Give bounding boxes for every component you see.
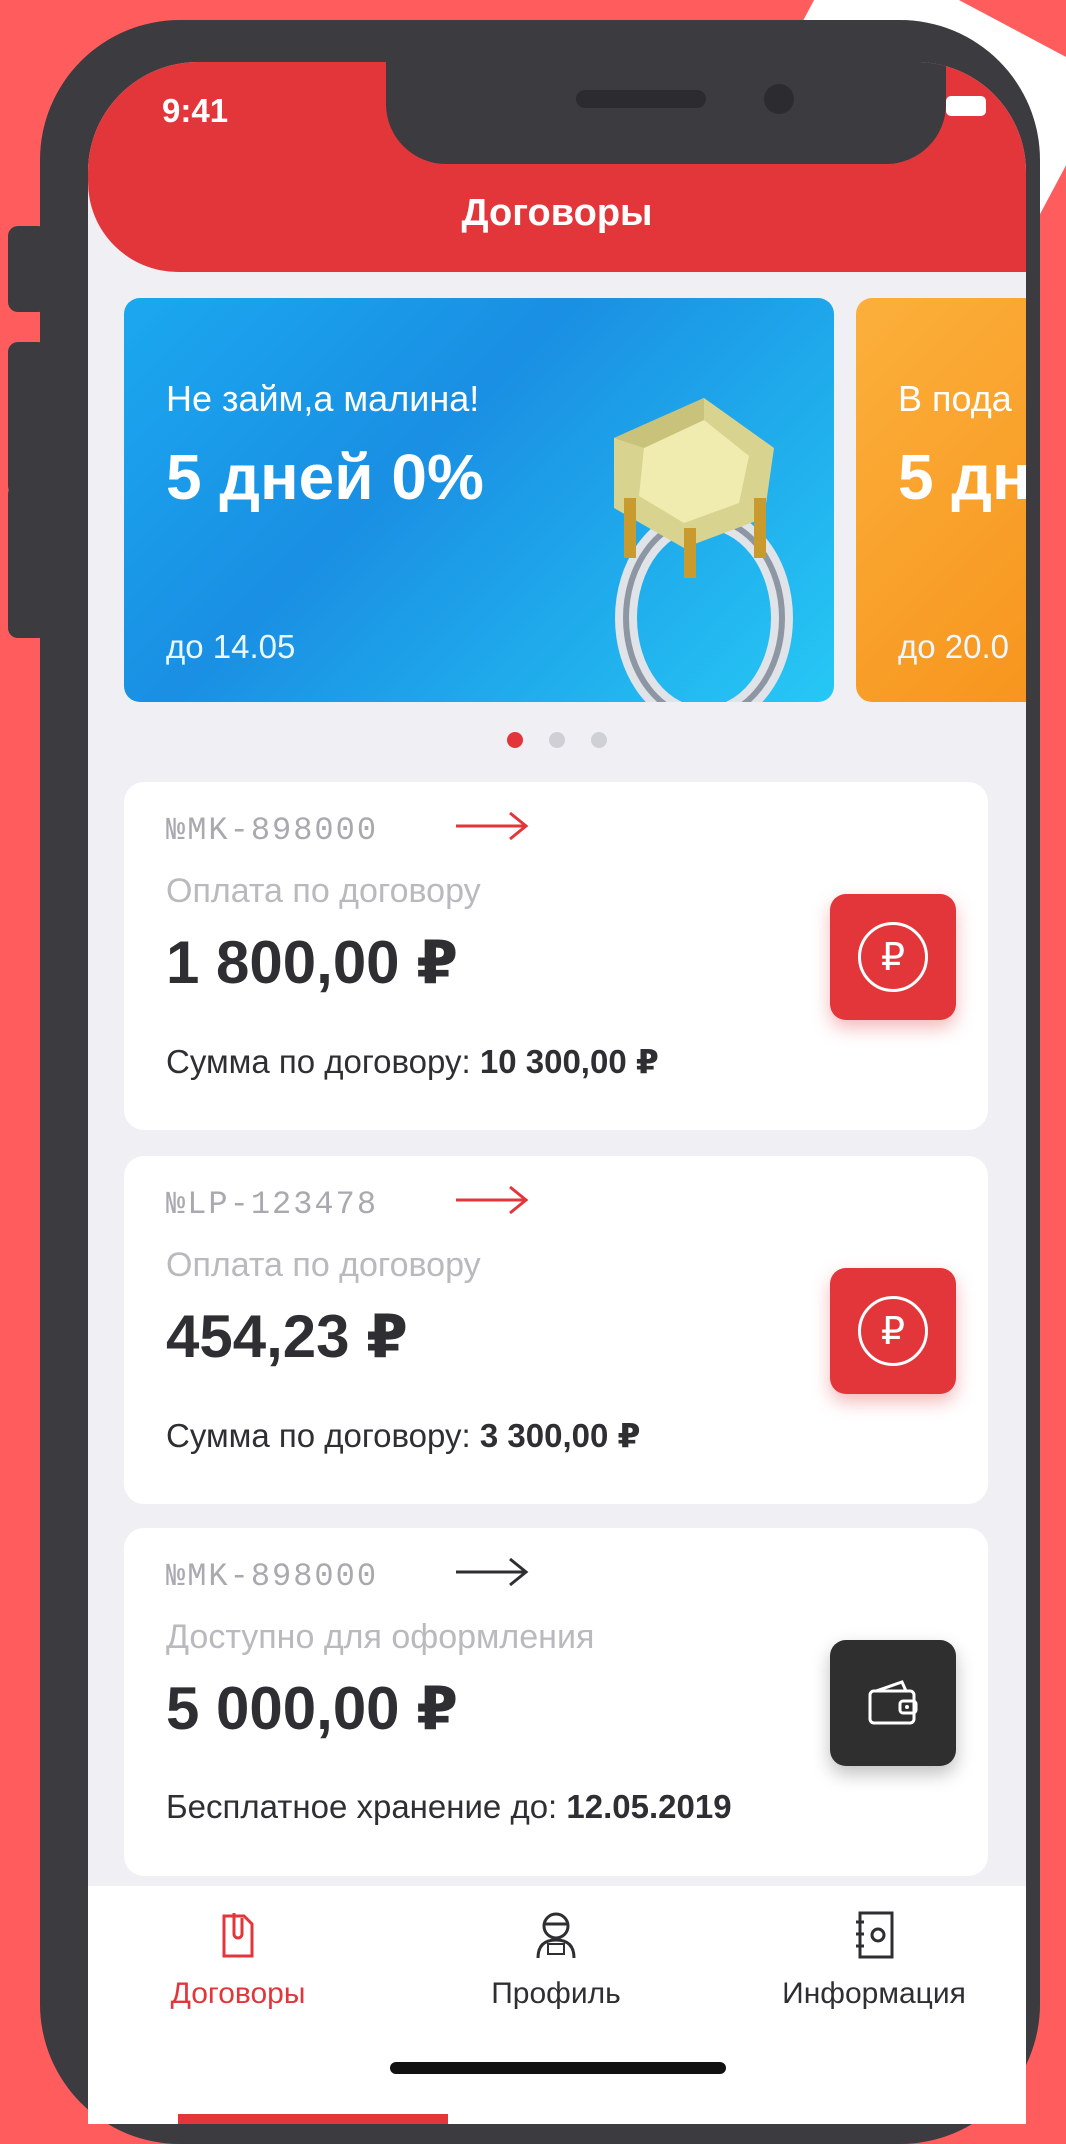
contract-card[interactable]: №MK-898000 Доступно для оформления 5 000…: [124, 1528, 988, 1876]
footer-value: 12.05.2019: [566, 1788, 732, 1825]
arrow-right-icon[interactable]: [454, 1554, 530, 1590]
tab-information[interactable]: Информация: [724, 1910, 1024, 2011]
contract-amount: 454,23 ₽: [166, 1303, 408, 1370]
footer-label: Бесплатное хранение до:: [166, 1788, 558, 1825]
document-icon: [222, 1913, 254, 1958]
tab-label: Профиль: [491, 1977, 621, 2010]
contract-label: Доступно для оформления: [166, 1618, 595, 1656]
speaker: [576, 90, 706, 108]
status-time: 9:41: [162, 92, 229, 129]
pay-button[interactable]: ₽: [830, 1268, 956, 1394]
banner-subtitle: В пода: [898, 378, 1012, 419]
contract-footer: Сумма по договору: 3 300,00 ₽: [166, 1416, 640, 1455]
promo-banner[interactable]: В пода 5 дн до 20.0: [856, 298, 1026, 702]
contract-card[interactable]: №MK-898000 Оплата по договору 1 800,00 ₽…: [124, 782, 988, 1130]
promo-banner[interactable]: Не займ,а малина! 5 дней 0% до 14.05: [124, 298, 834, 702]
arrow-right-icon[interactable]: [454, 1182, 530, 1218]
profile-icon: [536, 1912, 576, 1959]
contract-label: Оплата по договору: [166, 872, 481, 910]
contract-number: №LP-123478: [166, 1186, 379, 1223]
page-title: Договоры: [461, 192, 653, 234]
wallet-button[interactable]: [830, 1640, 956, 1766]
phone-side-button: [8, 484, 48, 638]
wallet-icon: [868, 1680, 918, 1725]
banner-headline: 5 дней 0%: [166, 441, 484, 513]
banner-pager: [88, 732, 1026, 748]
phone-notch: [386, 62, 946, 164]
home-accent: [178, 2114, 448, 2124]
home-indicator[interactable]: [390, 2062, 726, 2074]
tab-label: Договоры: [170, 1977, 306, 2010]
contract-footer: Сумма по договору: 10 300,00 ₽: [166, 1042, 659, 1081]
banner-date: до 14.05: [166, 628, 296, 665]
contacts-book-icon: [856, 1911, 894, 1959]
arrow-right-icon[interactable]: [454, 808, 530, 844]
footer-value: 3 300,00 ₽: [479, 1417, 641, 1454]
phone-side-button: [8, 226, 48, 312]
battery-icon: [946, 96, 986, 116]
ruble-icon: ₽: [858, 922, 928, 992]
contract-card[interactable]: №LP-123478 Оплата по договору 454,23 ₽ С…: [124, 1156, 988, 1504]
pager-dot[interactable]: [549, 732, 565, 748]
footer-label: Сумма по договору:: [166, 1043, 471, 1080]
tab-label: Информация: [782, 1977, 966, 2010]
phone-side-button: [8, 342, 48, 496]
contract-amount: 1 800,00 ₽: [166, 929, 458, 996]
contract-label: Оплата по договору: [166, 1246, 481, 1284]
tab-contracts[interactable]: Договоры: [88, 1910, 388, 2011]
contract-footer: Бесплатное хранение до: 12.05.2019: [166, 1788, 732, 1826]
camera: [764, 84, 794, 114]
footer-label: Сумма по договору:: [166, 1417, 471, 1454]
tab-profile[interactable]: Профиль: [406, 1910, 706, 2011]
footer-value: 10 300,00 ₽: [479, 1043, 659, 1080]
ring-image: [614, 398, 793, 702]
pager-dot[interactable]: [591, 732, 607, 748]
contract-number: №MK-898000: [166, 1558, 379, 1595]
contract-number: №MK-898000: [166, 812, 379, 849]
banner-date: до 20.0: [898, 628, 1010, 665]
banner-subtitle: Не займ,а малина!: [166, 378, 480, 419]
banner-headline: 5 дн: [898, 441, 1026, 513]
pay-button[interactable]: ₽: [830, 894, 956, 1020]
pager-dot[interactable]: [507, 732, 523, 748]
ruble-icon: ₽: [858, 1296, 928, 1366]
tab-bar: Договоры Профиль Информация: [88, 1886, 1026, 2124]
app-screen: 9:41 Договоры Не займ,а малина! 5 дней 0…: [88, 62, 1026, 2124]
contract-amount: 5 000,00 ₽: [166, 1675, 458, 1742]
